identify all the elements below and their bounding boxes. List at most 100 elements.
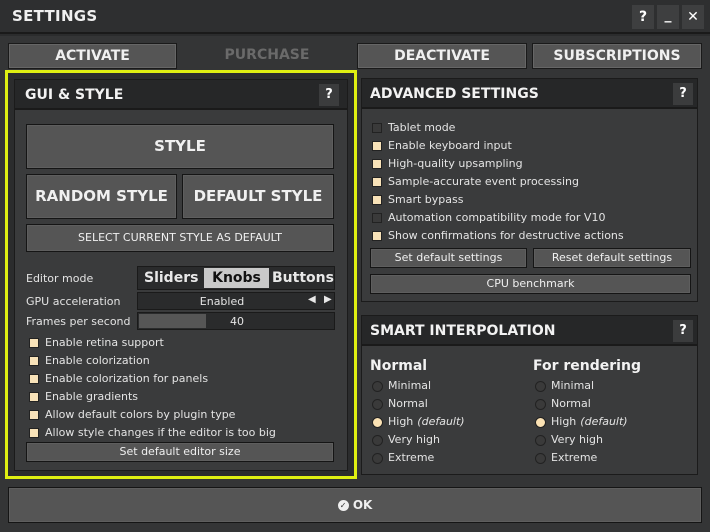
reset-default-settings-button[interactable]: Reset default settings <box>533 248 691 268</box>
checkbox[interactable] <box>372 195 382 205</box>
gpu-acceleration-label: GPU acceleration <box>26 295 121 308</box>
radio-label-group: High (default) <box>388 415 465 428</box>
radio-label-suffix: (default) <box>580 415 628 428</box>
default-style-button[interactable]: DEFAULT STYLE <box>182 174 334 219</box>
checkbox-label: Enable gradients <box>45 390 139 403</box>
radio-label: High <box>388 415 414 428</box>
checkbox[interactable] <box>29 392 39 402</box>
advanced-help-button[interactable]: ? <box>673 83 693 105</box>
smart-interpolation-header: SMART INTERPOLATION ? <box>362 316 697 346</box>
checkbox-label: Allow default colors by plugin type <box>45 408 236 421</box>
gui-style-header: GUI & STYLE ? <box>15 80 347 110</box>
checkbox-label: Allow style changes if the editor is too… <box>45 426 276 439</box>
radio-label-group: Minimal <box>551 379 594 392</box>
minimize-icon: _ <box>664 7 672 23</box>
advanced-settings-panel: ADVANCED SETTINGS ? Tablet mode Enable ke… <box>361 78 698 302</box>
checkbox[interactable] <box>29 410 39 420</box>
radio-button[interactable] <box>372 381 383 392</box>
checkbox[interactable] <box>372 213 382 223</box>
select-default-style-button[interactable]: SELECT CURRENT STYLE AS DEFAULT <box>26 224 334 252</box>
radio-label: Minimal <box>551 379 595 392</box>
radio-button[interactable] <box>535 381 546 392</box>
checkbox[interactable] <box>372 159 382 169</box>
checkbox-label: Tablet mode <box>388 121 456 134</box>
style-button[interactable]: STYLE <box>26 124 334 169</box>
checkbox[interactable] <box>29 428 39 438</box>
smart-interpolation-panel: SMART INTERPOLATION ? Normal For renderi… <box>361 315 698 475</box>
checkbox[interactable] <box>29 338 39 348</box>
help-icon: ? <box>325 87 333 102</box>
help-icon: ? <box>638 9 648 25</box>
help-button[interactable]: ? <box>632 5 654 29</box>
editor-mode-sliders[interactable]: Sliders <box>144 270 198 286</box>
close-button[interactable]: ✕ <box>682 5 704 29</box>
radio-button[interactable] <box>535 399 546 410</box>
fps-value: 40 <box>230 315 244 328</box>
checkbox-label: High-quality upsampling <box>388 157 523 170</box>
check-circle-icon: ✓ <box>337 500 349 511</box>
deactivate-button[interactable]: DEACTIVATE <box>357 43 527 69</box>
radio-label-group: Extreme <box>551 451 597 464</box>
radio-label: Minimal <box>388 379 432 392</box>
radio-label: High <box>551 415 577 428</box>
checkbox[interactable] <box>372 123 382 133</box>
checkbox[interactable] <box>29 356 39 366</box>
radio-label: Normal <box>551 397 591 410</box>
subscriptions-button[interactable]: SUBSCRIPTIONS <box>532 43 702 69</box>
editor-mode-label: Editor mode <box>26 272 94 285</box>
help-icon: ? <box>679 86 687 101</box>
close-icon: ✕ <box>687 9 699 25</box>
gpu-acceleration-selector[interactable]: Enabled ◀ ▶ <box>137 292 335 310</box>
radio-label: Extreme <box>551 451 598 464</box>
radio-label-group: Very high <box>388 433 440 446</box>
fps-label: Frames per second <box>26 315 131 328</box>
previous-arrow-icon[interactable]: ◀ <box>308 294 316 305</box>
purchase-button: PURCHASE <box>224 47 310 63</box>
radio-label-group: Very high <box>551 433 603 446</box>
set-default-settings-button[interactable]: Set default settings <box>370 248 527 268</box>
ok-button[interactable]: ✓ OK <box>8 487 702 523</box>
checkbox-label: Enable colorization for panels <box>45 372 209 385</box>
checkbox[interactable] <box>372 141 382 151</box>
editor-mode-knobs[interactable]: Knobs <box>204 268 269 288</box>
radio-label-suffix: (default) <box>417 415 465 428</box>
fps-slider[interactable]: 40 <box>137 312 335 330</box>
radio-label: Normal <box>388 397 428 410</box>
checkbox-label: Enable keyboard input <box>388 139 512 152</box>
radio-button[interactable] <box>372 399 383 410</box>
next-arrow-icon[interactable]: ▶ <box>324 294 332 305</box>
radio-label-group: High (default) <box>551 415 628 428</box>
interpolation-help-button[interactable]: ? <box>673 320 693 342</box>
checkbox-label: Enable colorization <box>45 354 150 367</box>
radio-label: Very high <box>551 433 603 446</box>
checkbox[interactable] <box>29 374 39 384</box>
checkbox-label: Automation compatibility mode for V10 <box>388 211 606 224</box>
minimize-button[interactable]: _ <box>657 5 679 29</box>
checkbox-label: Sample-accurate event processing <box>388 175 579 188</box>
normal-heading: Normal <box>370 358 428 374</box>
radio-button[interactable] <box>372 435 383 446</box>
checkbox[interactable] <box>372 231 382 241</box>
checkbox-label: Smart bypass <box>388 193 464 206</box>
set-default-editor-size-button[interactable]: Set default editor size <box>26 442 334 462</box>
radio-label: Extreme <box>388 451 435 464</box>
activate-button[interactable]: ACTIVATE <box>8 43 177 69</box>
advanced-settings-title: ADVANCED SETTINGS <box>370 86 539 102</box>
editor-mode-selector: Sliders Knobs Buttons <box>137 266 335 290</box>
radio-label: Very high <box>388 433 440 446</box>
radio-button[interactable] <box>535 417 546 428</box>
checkbox-label: Show confirmations for destructive actio… <box>388 229 624 242</box>
radio-button[interactable] <box>535 435 546 446</box>
gui-style-panel: GUI & STYLE ? STYLE RANDOM STYLE DEFAULT… <box>14 79 348 471</box>
checkbox[interactable] <box>372 177 382 187</box>
cpu-benchmark-button[interactable]: CPU benchmark <box>370 274 691 294</box>
radio-button[interactable] <box>372 453 383 464</box>
random-style-button[interactable]: RANDOM STYLE <box>26 174 177 219</box>
gui-style-help-button[interactable]: ? <box>319 84 339 106</box>
editor-mode-buttons[interactable]: Buttons <box>272 270 334 286</box>
window-title: SETTINGS <box>12 7 98 25</box>
radio-label-group: Normal <box>388 397 428 410</box>
radio-button[interactable] <box>535 453 546 464</box>
smart-interpolation-title: SMART INTERPOLATION <box>370 323 556 339</box>
radio-button[interactable] <box>372 417 383 428</box>
